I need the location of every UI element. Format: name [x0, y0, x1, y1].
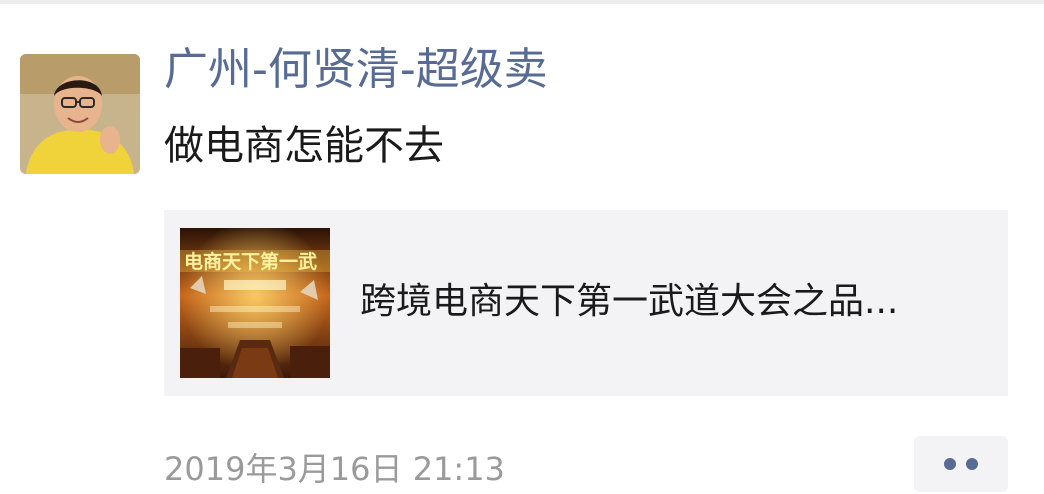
post-text: 做电商怎能不去 — [164, 123, 444, 169]
top-divider — [0, 0, 1044, 4]
more-dot — [966, 458, 978, 470]
avatar-image — [20, 54, 140, 174]
avatar[interactable] — [20, 54, 140, 174]
username-link[interactable]: 广州-何贤清-超级卖 — [164, 40, 548, 100]
link-thumbnail-image: 电商天下第一武 — [180, 228, 330, 378]
shared-link-card[interactable]: 电商天下第一武 跨境电商天下第一武道大会之品... — [164, 210, 1008, 396]
more-dot — [944, 458, 956, 470]
link-thumbnail: 电商天下第一武 — [180, 228, 330, 378]
link-title: 跨境电商天下第一武道大会之品... — [360, 281, 899, 322]
more-dots-icon[interactable] — [914, 436, 1008, 492]
post-timestamp: 2019年3月16日 21:13 — [164, 450, 505, 488]
thumbnail-caption: 电商天下第一武 — [184, 250, 317, 273]
